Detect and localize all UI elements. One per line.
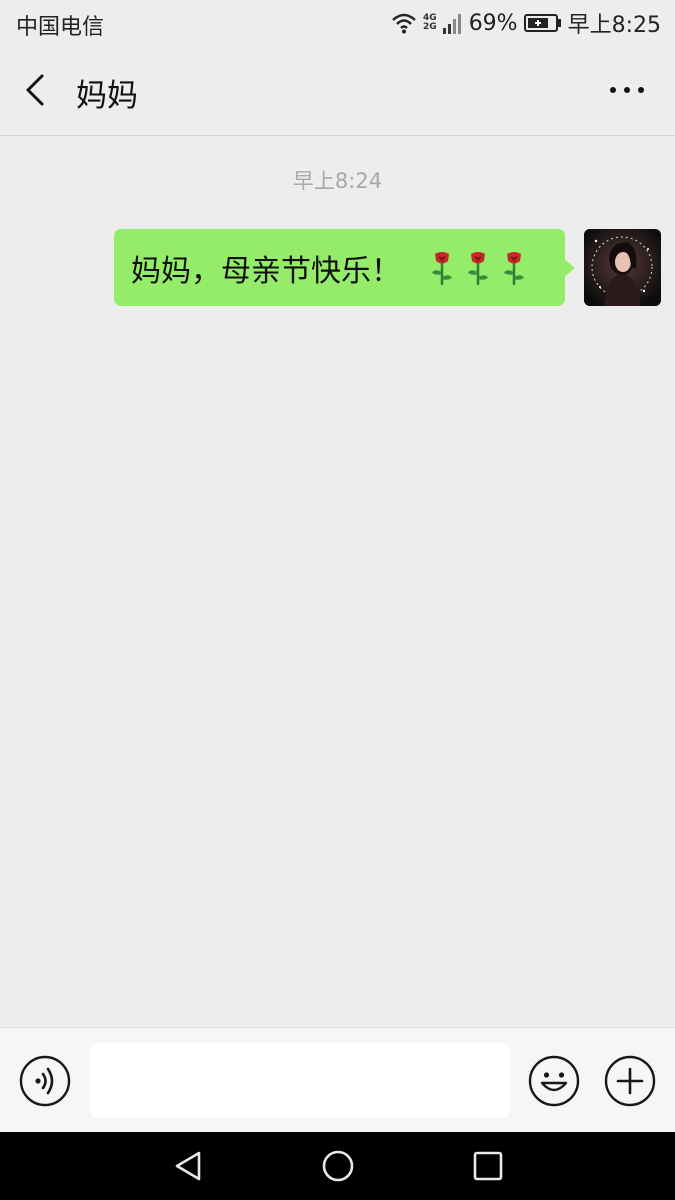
back-icon[interactable] (18, 70, 58, 110)
message-text: 妈妈，母亲节快乐！ (131, 253, 401, 289)
emoji-icon[interactable] (528, 1055, 580, 1107)
status-indicators: 4G 2G 69% 早上8:25 (391, 8, 661, 38)
rose-icon (504, 251, 524, 285)
nav-back-icon[interactable] (171, 1148, 207, 1184)
signal-icon (442, 14, 461, 34)
rose-icon (468, 251, 488, 285)
wifi-icon (392, 13, 416, 34)
carrier-name: 中国电信 (16, 15, 105, 40)
battery-icon (523, 14, 561, 32)
rose-icon (432, 251, 452, 285)
nav-recent-icon[interactable] (470, 1148, 506, 1184)
input-bar (0, 1027, 675, 1133)
chat-title: 妈妈 (76, 78, 138, 114)
bubble-tail (563, 258, 575, 278)
clock: 早上8:25 (567, 13, 661, 38)
message-timestamp: 早上8:24 (292, 169, 383, 193)
rose-emojis (429, 250, 527, 286)
chat-header: 妈妈 (0, 46, 675, 136)
network-type: 4G 2G (423, 13, 437, 32)
avatar-image (584, 229, 661, 306)
voice-icon[interactable] (19, 1055, 71, 1107)
battery-percent: 69% (468, 10, 518, 36)
more-icon[interactable] (607, 76, 647, 104)
plus-icon[interactable] (604, 1055, 656, 1107)
status-bar: 中国电信 4G 2G 69% 早上8:25 (0, 0, 675, 46)
message-input[interactable] (90, 1043, 510, 1118)
system-nav-bar (0, 1132, 675, 1200)
message-bubble[interactable]: 妈妈，母亲节快乐！ (114, 229, 565, 306)
avatar[interactable] (584, 229, 661, 306)
nav-home-icon[interactable] (320, 1148, 356, 1184)
